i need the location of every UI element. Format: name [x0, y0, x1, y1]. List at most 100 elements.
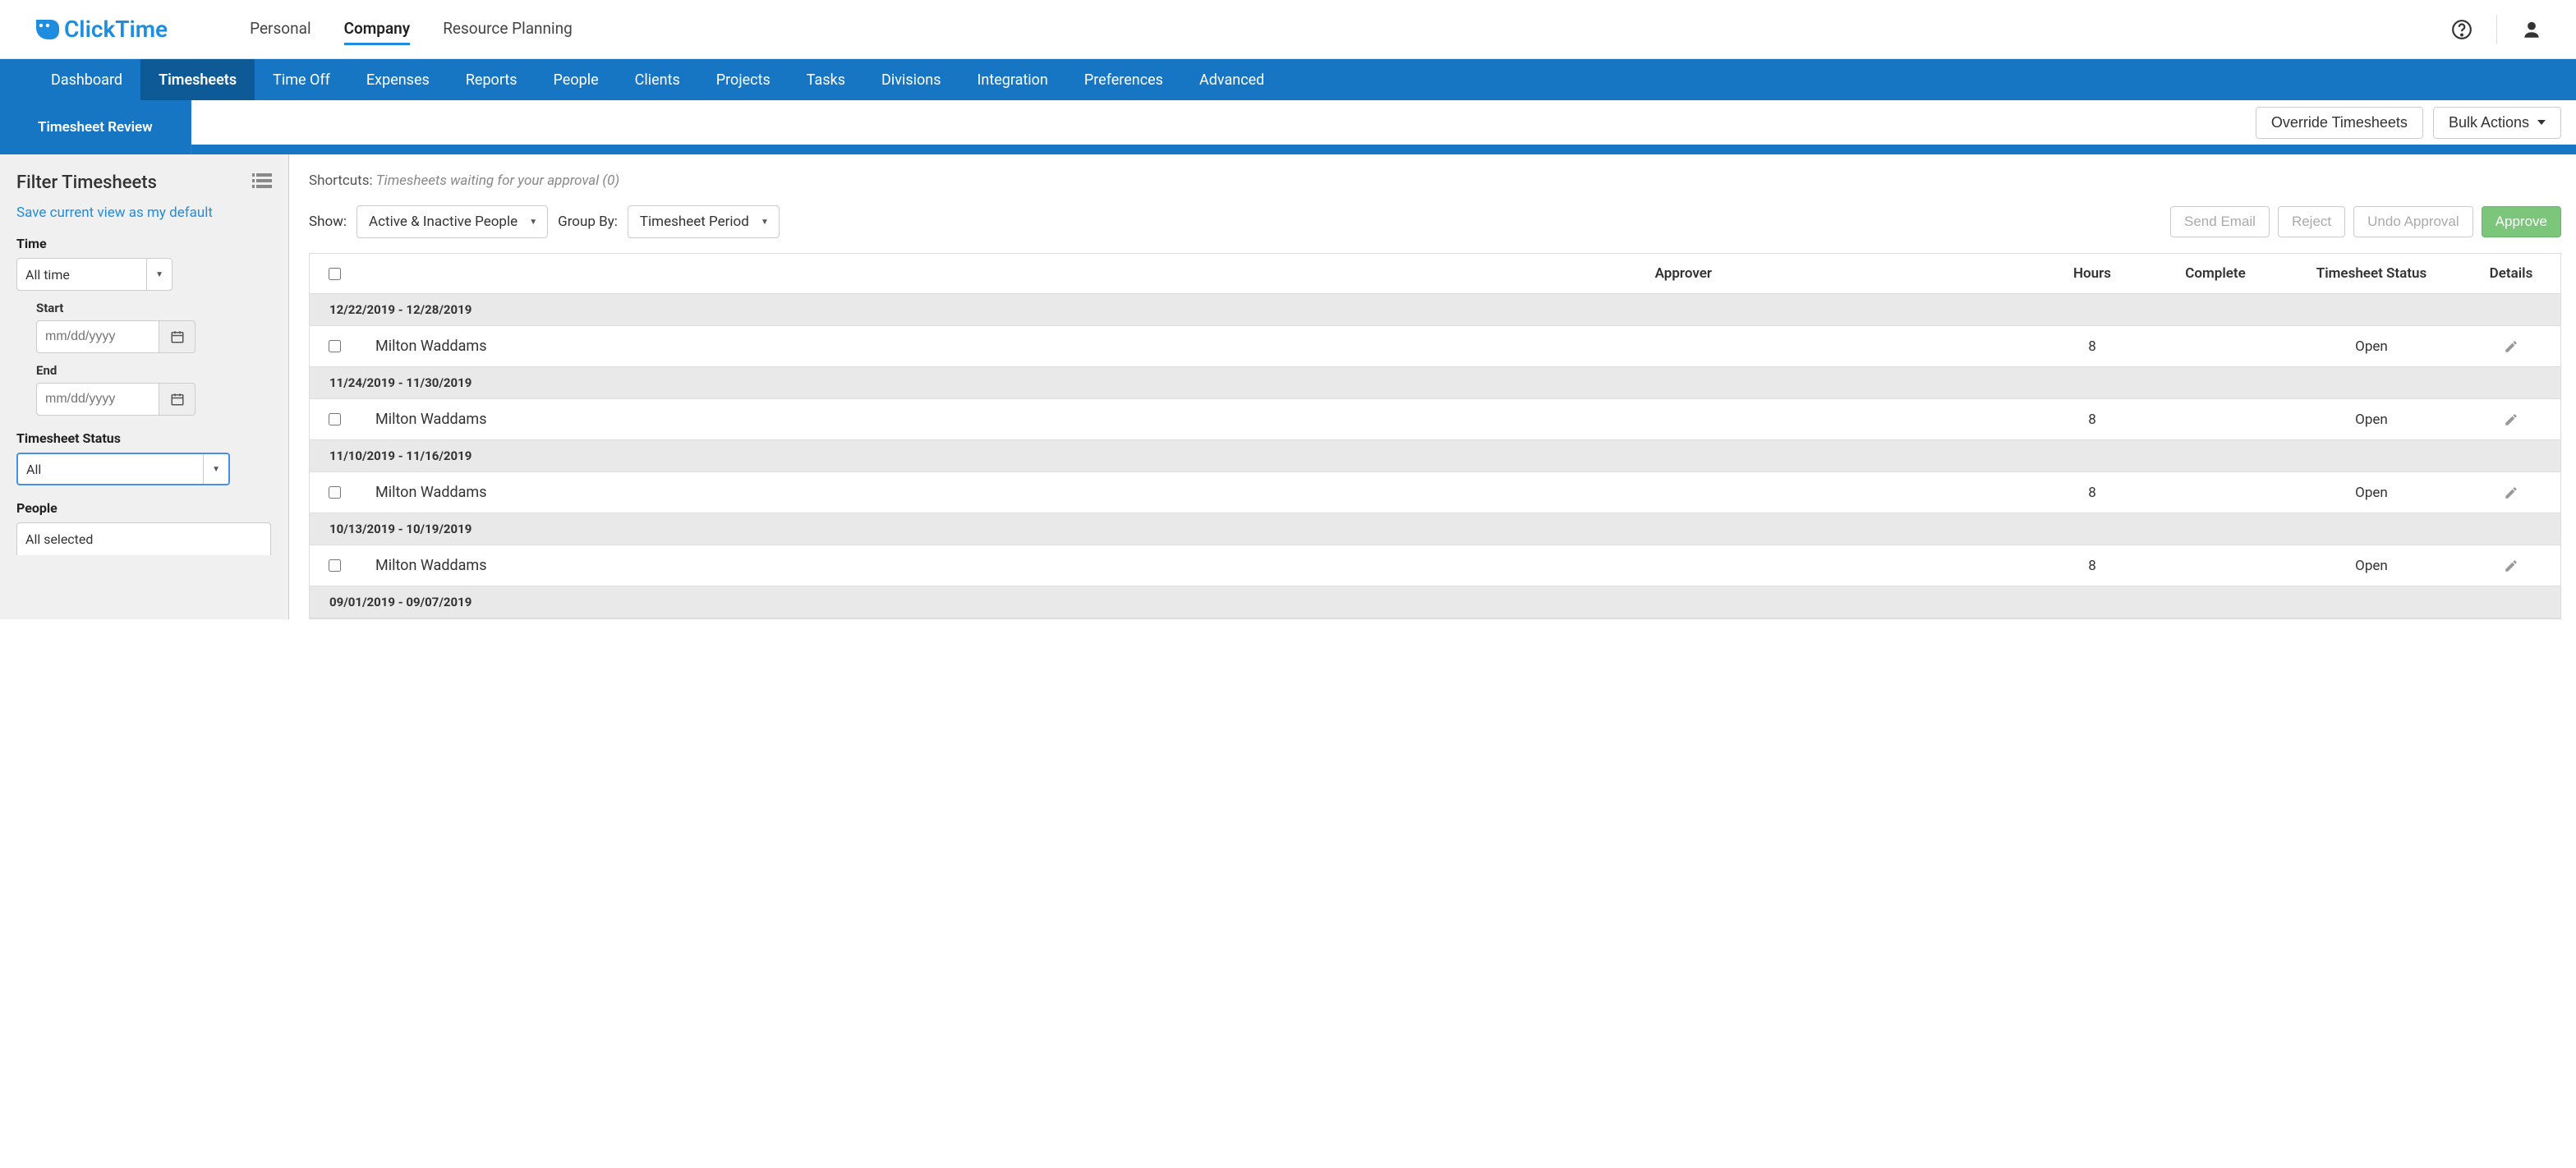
header-timesheet-status: Timesheet Status — [2281, 265, 2462, 282]
nav-expenses[interactable]: Expenses — [348, 59, 448, 100]
content: Filter Timesheets Save current view as m… — [0, 154, 2576, 619]
table-header-row: Approver Hours Complete Timesheet Status… — [310, 254, 2560, 294]
shortcuts-label: Shortcuts: — [309, 172, 373, 189]
secondary-nav: Dashboard Timesheets Time Off Expenses R… — [0, 59, 2576, 100]
shortcuts-link[interactable]: Timesheets waiting for your approval (0) — [376, 172, 619, 189]
filter-sidebar: Filter Timesheets Save current view as m… — [0, 154, 289, 619]
row-hours: 8 — [2035, 338, 2150, 355]
row-status: Open — [2281, 485, 2462, 501]
divider — [2496, 15, 2497, 44]
time-filter-label: Time — [16, 236, 272, 251]
table-group-header: 11/24/2019 - 11/30/2019 — [310, 367, 2560, 399]
table-group-header: 12/22/2019 - 12/28/2019 — [310, 294, 2560, 326]
nav-preferences[interactable]: Preferences — [1066, 59, 1181, 100]
nav-projects[interactable]: Projects — [698, 59, 789, 100]
start-date-label: Start — [36, 301, 272, 315]
calendar-icon[interactable] — [159, 320, 196, 353]
table-row: Milton Waddams 8 Open — [310, 545, 2560, 586]
approve-button[interactable]: Approve — [2482, 206, 2561, 237]
header-approver: Approver — [1332, 265, 2035, 282]
tab-timesheet-review[interactable]: Timesheet Review — [0, 100, 191, 154]
nav-tasks[interactable]: Tasks — [789, 59, 863, 100]
nav-people[interactable]: People — [536, 59, 617, 100]
show-select[interactable]: Active & Inactive People — [356, 205, 548, 238]
table-row: Milton Waddams 8 Open — [310, 472, 2560, 513]
tertiary-nav: Timesheet Review Override Timesheets Bul… — [0, 100, 2576, 154]
nav-divisions[interactable]: Divisions — [863, 59, 959, 100]
row-name: Milton Waddams — [359, 557, 1333, 574]
group-by-select-value: Timesheet Period — [640, 214, 749, 230]
send-email-button[interactable]: Send Email — [2170, 206, 2270, 237]
chevron-down-icon: ▼ — [146, 259, 163, 290]
start-date-input[interactable] — [36, 320, 159, 353]
logo-text: ClickTime — [64, 16, 168, 43]
time-select[interactable]: All time ▼ — [16, 258, 172, 291]
timesheets-table: Approver Hours Complete Timesheet Status… — [309, 253, 2561, 619]
row-hours: 8 — [2035, 485, 2150, 501]
override-timesheets-button[interactable]: Override Timesheets — [2256, 107, 2423, 139]
undo-approval-button[interactable]: Undo Approval — [2353, 206, 2473, 237]
bulk-actions-button[interactable]: Bulk Actions — [2433, 107, 2561, 139]
row-name: Milton Waddams — [359, 411, 1333, 428]
row-status: Open — [2281, 412, 2462, 428]
row-checkbox[interactable] — [329, 413, 341, 425]
row-name: Milton Waddams — [359, 338, 1333, 355]
show-select-value: Active & Inactive People — [369, 214, 518, 230]
bulk-actions-label: Bulk Actions — [2449, 114, 2529, 131]
group-by-select[interactable]: Timesheet Period — [628, 205, 780, 238]
end-date-input[interactable] — [36, 383, 159, 416]
table-row: Milton Waddams 8 Open — [310, 399, 2560, 440]
edit-icon[interactable] — [2462, 485, 2560, 500]
edit-icon[interactable] — [2462, 339, 2560, 354]
reject-button[interactable]: Reject — [2278, 206, 2345, 237]
people-select[interactable]: All selected — [16, 522, 271, 555]
topnav-personal[interactable]: Personal — [250, 14, 310, 45]
nav-time-off[interactable]: Time Off — [255, 59, 348, 100]
row-name: Milton Waddams — [359, 484, 1333, 501]
save-default-link[interactable]: Save current view as my default — [16, 205, 213, 221]
filter-title: Filter Timesheets — [16, 172, 157, 193]
select-all-checkbox[interactable] — [329, 268, 341, 280]
topnav-company[interactable]: Company — [344, 14, 411, 45]
topbar: ClickTime Personal Company Resource Plan… — [0, 0, 2576, 59]
status-filter-label: Timesheet Status — [16, 430, 272, 446]
logo-icon — [33, 16, 59, 43]
table-group-header: 10/13/2019 - 10/19/2019 — [310, 513, 2560, 545]
controls-row: Show: Active & Inactive People Group By:… — [309, 205, 2576, 238]
row-checkbox[interactable] — [329, 559, 341, 572]
topnav-resource-planning[interactable]: Resource Planning — [443, 14, 573, 45]
row-hours: 8 — [2035, 558, 2150, 574]
row-checkbox[interactable] — [329, 340, 341, 352]
collapse-filter-icon[interactable] — [252, 173, 272, 192]
nav-clients[interactable]: Clients — [617, 59, 698, 100]
nav-advanced[interactable]: Advanced — [1181, 59, 1282, 100]
row-checkbox[interactable] — [329, 486, 341, 499]
people-select-value: All selected — [25, 531, 93, 547]
status-select-value: All — [26, 462, 41, 477]
shortcuts-bar: Shortcuts: Timesheets waiting for your a… — [309, 172, 2576, 189]
header-complete: Complete — [2150, 265, 2281, 282]
chevron-down-icon: ▼ — [203, 454, 220, 484]
edit-icon[interactable] — [2462, 412, 2560, 427]
user-icon[interactable] — [2520, 18, 2543, 41]
time-select-value: All time — [25, 267, 70, 283]
table-group-header: 11/10/2019 - 11/16/2019 — [310, 440, 2560, 472]
header-actions: Override Timesheets Bulk Actions — [191, 100, 2576, 145]
edit-icon[interactable] — [2462, 559, 2560, 573]
nav-integration[interactable]: Integration — [959, 59, 1065, 100]
nav-dashboard[interactable]: Dashboard — [33, 59, 140, 100]
header-hours: Hours — [2035, 265, 2150, 282]
status-select[interactable]: All ▼ — [16, 453, 230, 485]
row-hours: 8 — [2035, 412, 2150, 428]
logo[interactable]: ClickTime — [33, 16, 168, 43]
topbar-right — [2450, 15, 2543, 44]
row-status: Open — [2281, 338, 2462, 355]
nav-reports[interactable]: Reports — [448, 59, 536, 100]
row-status: Open — [2281, 558, 2462, 574]
calendar-icon[interactable] — [159, 383, 196, 416]
table-group-header: 09/01/2019 - 09/07/2019 — [310, 586, 2560, 618]
header-details: Details — [2462, 265, 2560, 282]
help-icon[interactable] — [2450, 18, 2473, 41]
nav-timesheets[interactable]: Timesheets — [140, 59, 255, 100]
show-label: Show: — [309, 214, 347, 230]
